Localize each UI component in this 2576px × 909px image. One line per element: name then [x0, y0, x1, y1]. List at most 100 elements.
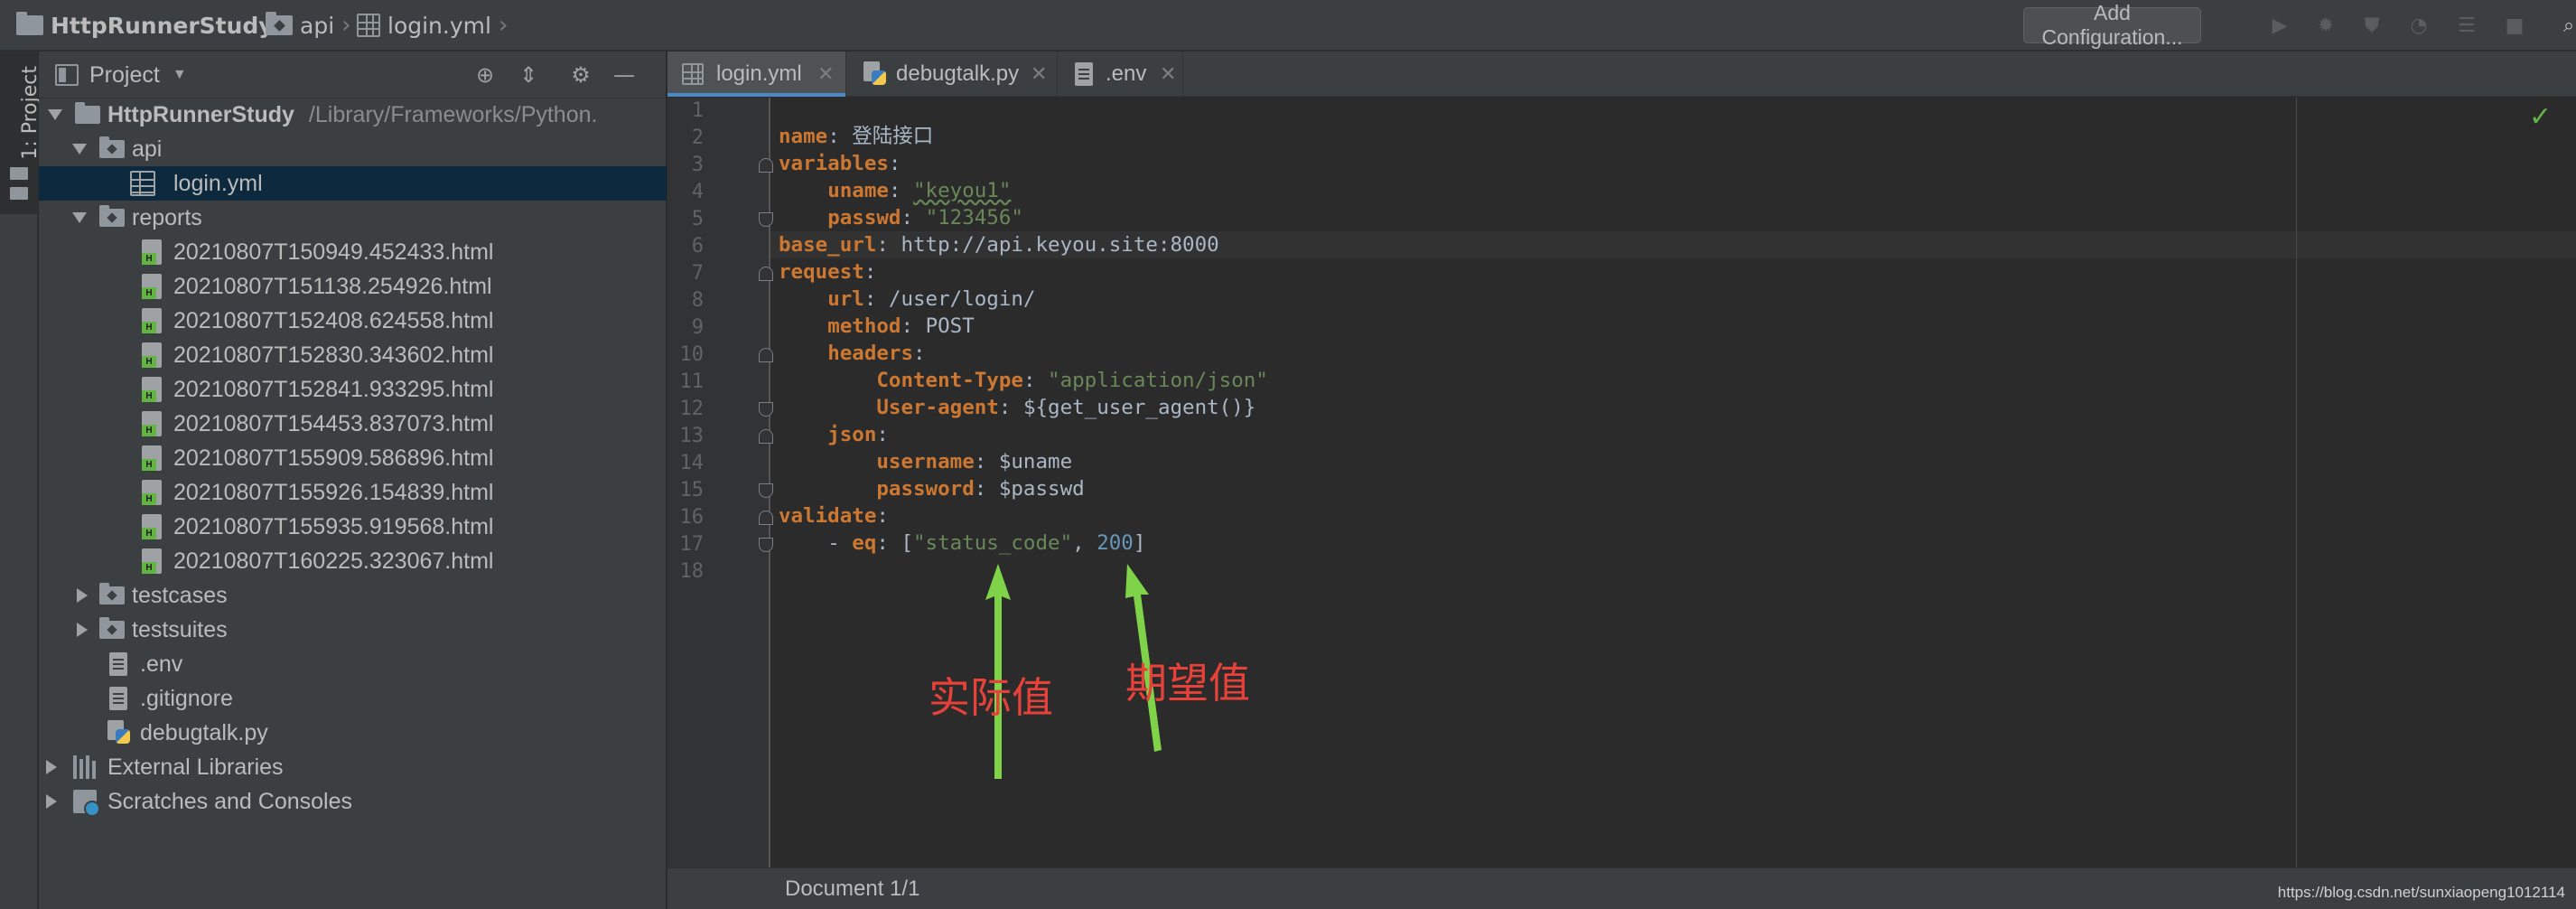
run-icon[interactable]: ▶ [2267, 13, 2292, 38]
debug-icon[interactable]: ✹ [2313, 13, 2338, 38]
gear-icon[interactable]: ⚙ [568, 62, 593, 88]
tree-item-label: 20210807T150949.452433.html [173, 239, 494, 265]
hide-panel-icon[interactable]: — [611, 62, 637, 88]
yaml-string: "123456" [925, 206, 1023, 230]
profile-icon[interactable]: ◔ [2406, 13, 2431, 38]
code-line: password: $passwd [876, 477, 1085, 501]
tree-item-label: 20210807T152830.343602.html [173, 342, 494, 368]
document-indicator[interactable]: Document 1/1 [785, 868, 919, 909]
yaml-key: eq [852, 531, 877, 555]
html-file-icon [142, 514, 162, 539]
build-icon[interactable]: ☰ [2454, 13, 2479, 38]
yaml-comma: , [1072, 531, 1097, 555]
yaml-key: request [779, 260, 864, 284]
tree-item-report-file[interactable]: 20210807T154453.837073.html [39, 407, 667, 441]
fold-marker[interactable] [759, 348, 773, 362]
tree-item-label: 20210807T152841.933295.html [173, 376, 494, 402]
tree-item-report-file[interactable]: 20210807T151138.254926.html [39, 269, 667, 304]
project-tool-button[interactable]: 1: Project [0, 52, 42, 214]
fold-marker[interactable] [759, 402, 773, 417]
tab-debugtalk-py[interactable]: debugtalk.py ✕ [847, 52, 1058, 97]
fold-marker[interactable] [759, 158, 773, 173]
breadcrumb-api[interactable]: api › [266, 0, 351, 51]
code-line: variables: [779, 152, 901, 175]
code-line: headers: [827, 342, 926, 365]
yaml-bracket: ] [1133, 531, 1146, 555]
code-line: validate: [779, 504, 889, 528]
tab-login-yml[interactable]: login.yml ✕ [667, 52, 846, 97]
close-icon[interactable]: ✕ [1031, 62, 1047, 86]
tree-item-report-file[interactable]: 20210807T155926.154839.html [39, 475, 667, 510]
stop-icon[interactable]: ■ [2502, 13, 2527, 38]
watermark: https://blog.csdn.net/sunxiaopeng1012114 [2277, 884, 2565, 901]
chevron-down-icon: ▼ [172, 67, 187, 82]
tree-item-scratches[interactable]: Scratches and Consoles [39, 784, 667, 819]
breadcrumb-project[interactable]: HttpRunnerStudy › [16, 0, 292, 51]
fold-marker[interactable] [759, 429, 773, 444]
tree-item-report-file[interactable]: 20210807T152830.343602.html [39, 338, 667, 372]
tree-item-label: api [132, 136, 163, 162]
close-icon[interactable]: ✕ [1160, 62, 1176, 86]
tab-env[interactable]: .env ✕ [1059, 52, 1183, 97]
tree-item-label: 20210807T155909.586896.html [173, 445, 494, 471]
tree-item-report-file[interactable]: 20210807T155935.919568.html [39, 510, 667, 544]
chevron-right-icon [77, 588, 88, 603]
project-view-icon [55, 64, 79, 86]
line-number: 9 [691, 316, 704, 339]
right-margin-guide [2296, 98, 2297, 867]
locate-icon[interactable]: ⊕ [472, 62, 498, 88]
fold-marker[interactable] [759, 511, 773, 525]
fold-marker[interactable] [759, 483, 773, 498]
yaml-key: Content-Type [876, 369, 1023, 392]
tree-item-api[interactable]: api [39, 132, 667, 166]
project-view-selector[interactable]: Project ▼ [89, 52, 187, 98]
tree-item-testcases[interactable]: testcases [39, 578, 667, 613]
coverage-icon[interactable]: ⛊ [2359, 13, 2385, 38]
yaml-dash: - [827, 531, 853, 555]
tree-item-env[interactable]: .env [39, 647, 667, 681]
search-icon[interactable]: ⌕ [2556, 13, 2576, 38]
tree-item-reports[interactable]: reports [39, 201, 667, 235]
tree-item-testsuites[interactable]: testsuites [39, 613, 667, 647]
yaml-value: 登陆接口 [852, 125, 934, 148]
tree-item-label: 20210807T152408.624558.html [173, 307, 494, 333]
folder-icon [99, 583, 125, 604]
yaml-key: base_url [779, 233, 877, 257]
fold-marker[interactable] [759, 267, 773, 281]
collapse-all-icon[interactable]: ⇕ [516, 62, 541, 88]
code-line: Content-Type: "application/json" [876, 369, 1268, 392]
close-icon[interactable]: ✕ [817, 62, 834, 86]
tree-item-label: .gitignore [140, 685, 233, 711]
tree-item-report-file[interactable]: 20210807T155909.586896.html [39, 441, 667, 475]
chevron-down-icon [48, 109, 62, 120]
tree-item-report-file[interactable]: 20210807T152408.624558.html [39, 304, 667, 338]
tree-item-login-yml[interactable]: login.yml [39, 166, 667, 201]
line-number: 18 [679, 560, 705, 583]
tree-item-label-wrap: HttpRunnerStudy/Library/Frameworks/Pytho… [107, 102, 597, 128]
yaml-value: /user/login/ [888, 287, 1036, 311]
tree-item-label: 20210807T154453.837073.html [173, 410, 494, 436]
tree-item-label: debugtalk.py [140, 719, 268, 745]
code-editor[interactable]: 1 2 3 4 5 6 7 8 9 10 11 12 13 14 15 16 1… [667, 98, 2576, 867]
code-line: uname: "keyou1" [827, 179, 1012, 202]
tree-item-external-libraries[interactable]: External Libraries [39, 750, 667, 784]
code-line: request: [779, 260, 877, 284]
chevron-down-icon [72, 144, 87, 155]
tree-item-report-file[interactable]: 20210807T152841.933295.html [39, 372, 667, 407]
tree-item-gitignore[interactable]: .gitignore [39, 681, 667, 716]
folder-icon [99, 205, 125, 227]
code-line: json: [827, 423, 889, 446]
tree-item-report-file[interactable]: 20210807T160225.323067.html [39, 544, 667, 578]
tree-item-path: /Library/Frameworks/Python. [308, 101, 598, 127]
add-configuration-button[interactable]: Add Configuration... [2023, 1, 2201, 49]
yaml-key: password [876, 477, 975, 501]
tree-item-httprunnerstudy[interactable]: HttpRunnerStudy/Library/Frameworks/Pytho… [39, 98, 667, 132]
fold-marker[interactable] [759, 538, 773, 552]
tree-item-debugtalk[interactable]: debugtalk.py [39, 716, 667, 750]
yaml-key: username [876, 450, 975, 473]
tree-item-report-file[interactable]: 20210807T150949.452433.html [39, 235, 667, 269]
chevron-right-icon: › [498, 12, 509, 39]
fold-marker[interactable] [759, 212, 773, 227]
breadcrumb-login-yml[interactable]: login.yml › [357, 0, 508, 51]
yaml-value: POST [925, 314, 975, 338]
